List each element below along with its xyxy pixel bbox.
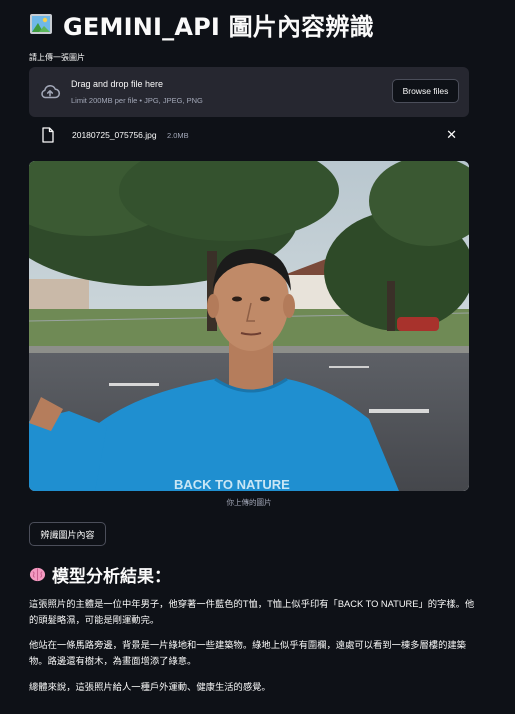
result-paragraph: 總體來說，這張照片給人一種戶外運動、健康生活的感覺。 — [29, 682, 271, 692]
file-icon — [42, 127, 54, 143]
header: GEMINI_API 圖片內容辨識 — [29, 7, 374, 41]
result-heading: 模型分析結果： — [29, 562, 171, 587]
result-paragraph: 這張照片的主體是一位中年男子，他穿著一件藍色的T恤，T恤上似乎印有「BACK T… — [29, 599, 475, 625]
image-caption: 你上傳的圖片 — [226, 498, 272, 507]
file-dropzone[interactable]: Drag and drop file here Limit 200MB per … — [29, 67, 469, 117]
result-title: 模型分析結果： — [52, 566, 171, 587]
page-title: GEMINI_API 圖片內容辨識 — [63, 12, 374, 41]
file-name: 20180725_075756.jpg — [72, 130, 157, 140]
result-paragraph: 他站在一條馬路旁邊，背景是一片綠地和一些建築物。綠地上似乎有圍欄，遠處可以看到一… — [29, 640, 466, 666]
shirt-print-text: BACK TO NATURE — [174, 477, 290, 491]
dropzone-instruction: Drag and drop file here — [71, 79, 164, 89]
close-icon[interactable]: ✕ — [446, 128, 457, 142]
brain-icon — [29, 567, 46, 581]
uploaded-photo: BACK TO NATURE — [29, 161, 469, 491]
app-page: GEMINI_API 圖片內容辨識 請上傳一張圖片 Drag and drop … — [0, 0, 515, 714]
analyze-image-button[interactable]: 辨識圖片內容 — [29, 522, 106, 546]
browse-files-button[interactable]: Browse files — [392, 79, 459, 103]
cloud-upload-icon — [41, 85, 61, 99]
picture-frame-icon — [30, 14, 52, 34]
uploaded-file-row: 20180725_075756.jpg 2.0MB ✕ — [29, 125, 469, 145]
dropzone-limit: Limit 200MB per file • JPG, JPEG, PNG — [71, 96, 203, 105]
uploaded-image: BACK TO NATURE — [29, 161, 469, 491]
file-size: 2.0MB — [167, 131, 189, 140]
uploader-label: 請上傳一張圖片 — [29, 53, 85, 62]
